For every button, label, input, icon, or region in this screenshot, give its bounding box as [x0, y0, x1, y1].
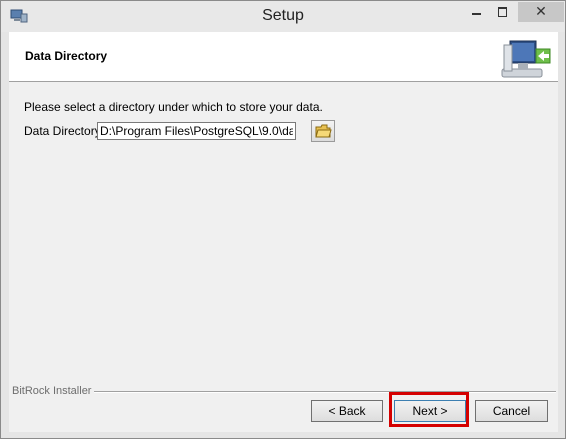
close-button[interactable]: ✕: [518, 2, 564, 22]
minimize-button[interactable]: [464, 2, 490, 22]
data-directory-label: Data Directory: [24, 124, 101, 138]
data-directory-input[interactable]: [97, 122, 296, 140]
back-button[interactable]: < Back: [311, 400, 383, 422]
minimize-icon: [472, 13, 481, 15]
installer-brand: BitRock Installer: [12, 385, 92, 397]
browse-button[interactable]: [311, 120, 335, 142]
next-button[interactable]: Next >: [394, 400, 466, 422]
setup-window: Setup ✕ Data Directory Please select a d…: [0, 0, 566, 439]
maximize-icon: [498, 7, 507, 17]
instruction-text: Please select a directory under which to…: [24, 100, 323, 114]
maximize-button[interactable]: [490, 2, 516, 22]
footer-divider: [94, 391, 556, 393]
wizard-body: Data Directory Please select a directory…: [9, 32, 558, 432]
title-bar[interactable]: Setup ✕: [1, 1, 565, 32]
folder-open-icon: [315, 124, 332, 138]
page-title: Data Directory: [25, 49, 108, 63]
close-icon: ✕: [535, 3, 547, 19]
wizard-header: Data Directory: [9, 32, 558, 82]
cancel-button[interactable]: Cancel: [475, 400, 548, 422]
installer-computer-icon: [500, 37, 552, 79]
